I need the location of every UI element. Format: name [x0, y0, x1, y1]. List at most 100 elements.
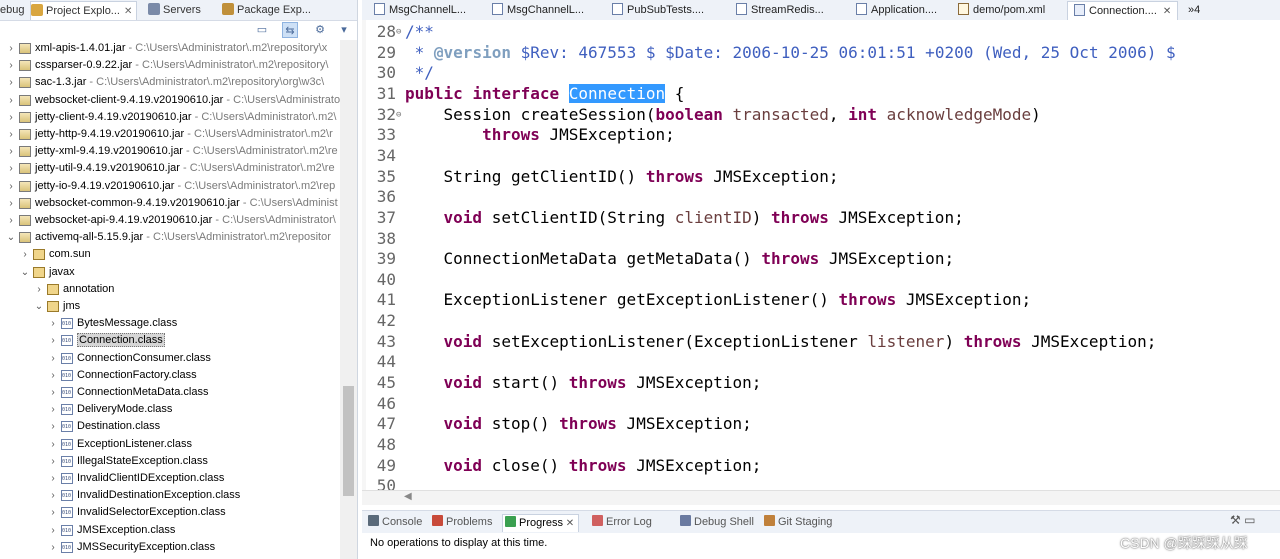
- code-line[interactable]: 49 void close() throws JMSException;: [362, 456, 762, 477]
- chevron-right-icon[interactable]: ›: [48, 436, 58, 453]
- tree-item[interactable]: › JMSException.class: [0, 522, 340, 539]
- bottom-view-menu-icon[interactable]: ⚒ ▭: [1230, 513, 1255, 527]
- chevron-down-icon[interactable]: ⌄: [34, 298, 44, 315]
- chevron-right-icon[interactable]: ›: [48, 315, 58, 332]
- code-line[interactable]: 45 void start() throws JMSException;: [362, 373, 762, 394]
- chevron-right-icon[interactable]: ›: [48, 470, 58, 487]
- tab-ebug[interactable]: ebug: [0, 1, 28, 19]
- code-line[interactable]: 34: [362, 146, 405, 167]
- tree-item[interactable]: › Connection.class: [0, 332, 340, 349]
- scroll-left-icon[interactable]: ◀: [404, 490, 418, 504]
- tree-item[interactable]: ⌄ jms: [0, 298, 340, 315]
- code-line[interactable]: 28⊖/**: [362, 22, 434, 43]
- tab-project-explo[interactable]: Project Explo... ✕: [30, 1, 138, 20]
- tree-item[interactable]: ⌄ javax: [0, 264, 340, 281]
- chevron-right-icon[interactable]: ›: [48, 332, 58, 349]
- tree-item[interactable]: › ConnectionMetaData.class: [0, 384, 340, 401]
- chevron-right-icon[interactable]: ›: [48, 418, 58, 435]
- chevron-right-icon[interactable]: ›: [48, 453, 58, 470]
- chevron-right-icon[interactable]: ›: [6, 178, 16, 195]
- tab-package-exp[interactable]: Package Exp...: [222, 1, 315, 19]
- chevron-right-icon[interactable]: ›: [48, 487, 58, 504]
- tree-item[interactable]: › jetty-client-9.4.19.v20190610.jar - C:\…: [0, 109, 340, 126]
- editor-tab-demo-pom-xml[interactable]: demo/pom.xml: [952, 1, 1051, 19]
- chevron-right-icon[interactable]: ›: [48, 367, 58, 384]
- tree-scrollbar-thumb[interactable]: [343, 386, 354, 496]
- tree-item[interactable]: › xml-apis-1.4.01.jar - C:\Users\Administ…: [0, 40, 340, 57]
- tree-item[interactable]: › websocket-api-9.4.19.v20190610.jar - C:…: [0, 212, 340, 229]
- chevron-right-icon[interactable]: ›: [48, 350, 58, 367]
- tree-item[interactable]: › com.sun: [0, 246, 340, 263]
- close-icon[interactable]: ✕: [563, 518, 574, 529]
- chevron-right-icon[interactable]: ›: [20, 246, 30, 263]
- tree-item[interactable]: › ConnectionConsumer.class: [0, 350, 340, 367]
- chevron-right-icon[interactable]: ›: [6, 212, 16, 229]
- tree-item[interactable]: › InvalidSelectorException.class: [0, 504, 340, 521]
- editor-tab-connection[interactable]: Connection.... ✕: [1067, 1, 1179, 20]
- code-line[interactable]: 35 String getClientID() throws JMSExcept…: [362, 167, 839, 188]
- editor-horizontal-scrollbar[interactable]: [362, 490, 1280, 505]
- code-line[interactable]: 30 */: [362, 63, 434, 84]
- chevron-right-icon[interactable]: ›: [6, 40, 16, 57]
- editor-tab-pubsubtests[interactable]: PubSubTests....: [606, 1, 710, 19]
- close-icon[interactable]: ✕: [1163, 6, 1171, 17]
- code-line[interactable]: 38: [362, 229, 405, 250]
- chevron-down-icon[interactable]: ⌄: [20, 264, 30, 281]
- chevron-right-icon[interactable]: ›: [48, 384, 58, 401]
- tree-item[interactable]: ⌄ activemq-all-5.15.9.jar - C:\Users\Admi…: [0, 229, 340, 246]
- code-line[interactable]: 50: [362, 476, 405, 490]
- tree-item[interactable]: › websocket-common-9.4.19.v20190610.jar -…: [0, 195, 340, 212]
- code-line[interactable]: 40: [362, 270, 405, 291]
- tree-item[interactable]: › annotation: [0, 281, 340, 298]
- code-line[interactable]: 33 throws JMSException;: [362, 125, 675, 146]
- editor-tab-streamredis[interactable]: StreamRedis...: [730, 1, 830, 19]
- tree-item[interactable]: › jetty-io-9.4.19.v20190610.jar - C:\User…: [0, 178, 340, 195]
- tree-item[interactable]: › InvalidDestinationException.class: [0, 487, 340, 504]
- fold-icon[interactable]: ⊖: [396, 105, 405, 126]
- tree-item[interactable]: › websocket-client-9.4.19.v20190610.jar -…: [0, 92, 340, 109]
- editor-tab-application[interactable]: Application....: [850, 1, 943, 19]
- tab-progress[interactable]: Progress ✕: [502, 514, 580, 532]
- tab-servers[interactable]: Servers: [148, 1, 205, 19]
- chevron-right-icon[interactable]: ›: [48, 504, 58, 521]
- tab-console[interactable]: Console: [366, 514, 426, 531]
- tree-item[interactable]: › DeliveryMode.class: [0, 401, 340, 418]
- chevron-right-icon[interactable]: ›: [6, 143, 16, 160]
- tree-item[interactable]: › cssparser-0.9.22.jar - C:\Users\Adminis…: [0, 57, 340, 74]
- code-line[interactable]: 32⊖ Session createSession(boolean transa…: [362, 105, 1041, 126]
- code-line[interactable]: 47 void stop() throws JMSException;: [362, 414, 752, 435]
- chevron-right-icon[interactable]: ›: [6, 74, 16, 91]
- tree-item[interactable]: › InvalidClientIDException.class: [0, 470, 340, 487]
- chevron-right-icon[interactable]: ›: [34, 281, 44, 298]
- tab-overflow-button[interactable]: »4: [1188, 1, 1200, 19]
- collapse-all-icon[interactable]: ▭: [254, 22, 270, 38]
- tab-debug-shell[interactable]: Debug Shell: [678, 514, 758, 531]
- chevron-right-icon[interactable]: ›: [6, 92, 16, 109]
- close-icon[interactable]: ✕: [124, 6, 132, 17]
- tree-item[interactable]: › BytesMessage.class: [0, 315, 340, 332]
- code-line[interactable]: 48: [362, 435, 405, 456]
- chevron-down-icon[interactable]: ⌄: [6, 229, 16, 246]
- tree-item[interactable]: › ExceptionListener.class: [0, 436, 340, 453]
- chevron-right-icon[interactable]: ›: [6, 126, 16, 143]
- tab-problems[interactable]: Problems: [430, 514, 496, 531]
- filters-icon[interactable]: ⚙: [312, 22, 328, 38]
- chevron-right-icon[interactable]: ›: [6, 195, 16, 212]
- tree-item[interactable]: › jetty-util-9.4.19.v20190610.jar - C:\Us…: [0, 160, 340, 177]
- chevron-right-icon[interactable]: ›: [48, 401, 58, 418]
- editor-tab-msgchannell[interactable]: MsgChannelL...: [486, 1, 590, 19]
- tree-item[interactable]: › Destination.class: [0, 418, 340, 435]
- code-line[interactable]: 36: [362, 187, 405, 208]
- chevron-right-icon[interactable]: ›: [48, 539, 58, 556]
- code-line[interactable]: 39 ConnectionMetaData getMetaData() thro…: [362, 249, 954, 270]
- chevron-right-icon[interactable]: ›: [6, 160, 16, 177]
- link-with-editor-icon[interactable]: ⇆: [282, 22, 298, 38]
- tree-item[interactable]: › JMSSecurityException.class: [0, 539, 340, 556]
- tab-error-log[interactable]: Error Log: [590, 514, 656, 531]
- code-line[interactable]: 42: [362, 311, 405, 332]
- tree-item[interactable]: › IllegalStateException.class: [0, 453, 340, 470]
- chevron-right-icon[interactable]: ›: [48, 522, 58, 539]
- code-line[interactable]: 29 * @version $Rev: 467553 $ $Date: 2006…: [362, 43, 1176, 64]
- tree-item[interactable]: › ConnectionFactory.class: [0, 367, 340, 384]
- code-line[interactable]: 37 void setClientID(String clientID) thr…: [362, 208, 964, 229]
